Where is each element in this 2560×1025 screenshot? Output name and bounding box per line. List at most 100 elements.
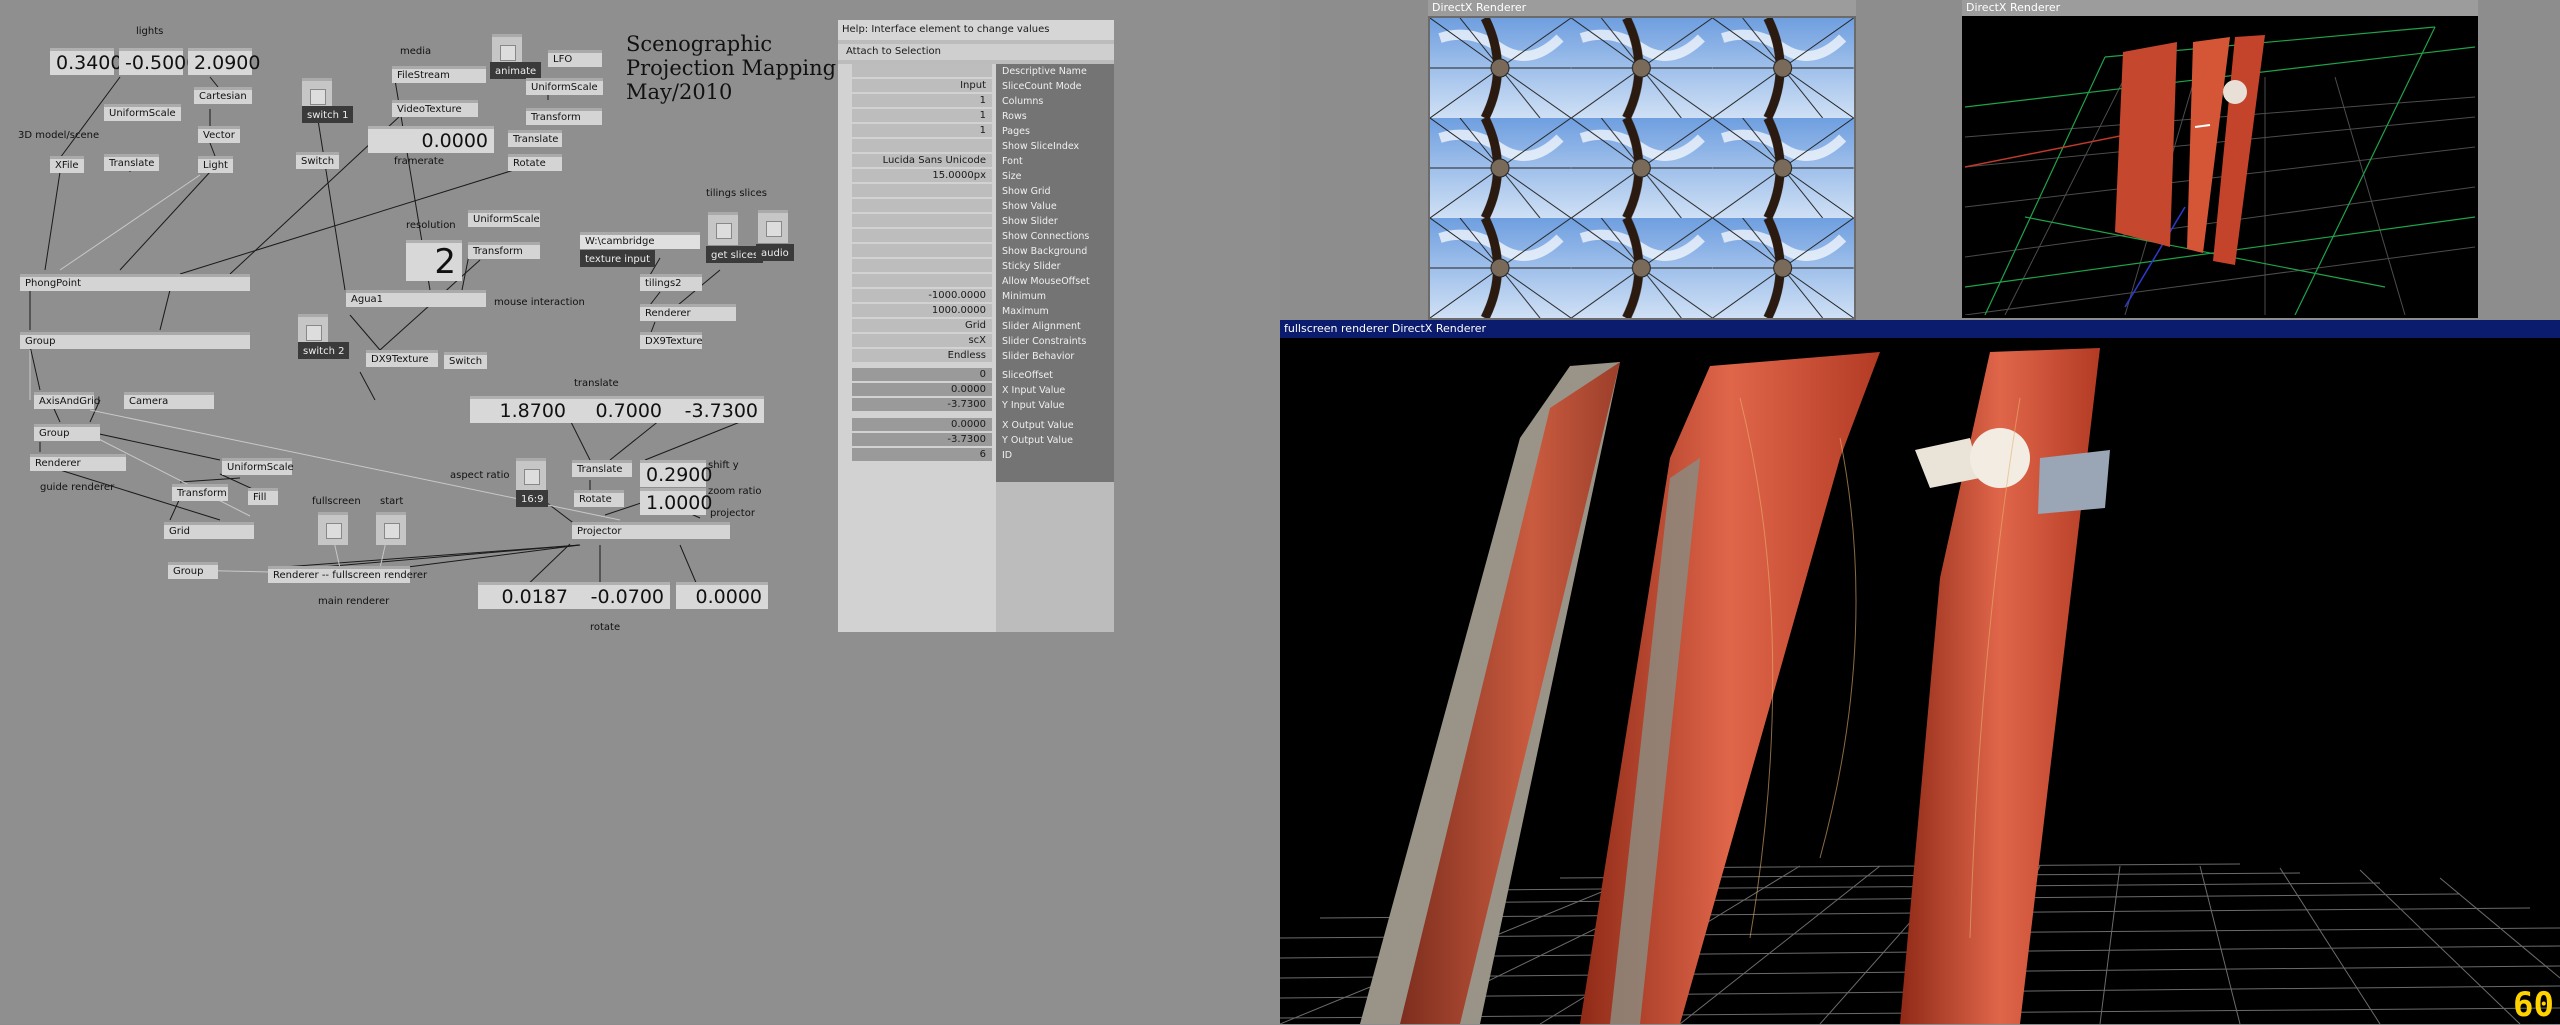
node-animate[interactable]: animate	[490, 62, 542, 79]
node-switch-2[interactable]: switch 2	[298, 342, 350, 359]
value-x-input[interactable]: 0.0000	[852, 383, 992, 396]
node-videotexture[interactable]: VideoTexture	[392, 100, 478, 117]
value-show-slider[interactable]	[852, 214, 992, 227]
value-slider-alignment[interactable]: Grid	[852, 319, 992, 332]
node-group-2[interactable]: Group	[34, 424, 100, 441]
node-uniformscale-3[interactable]: UniformScale	[468, 210, 540, 227]
inspector-panel[interactable]: Help: Interface element to change values…	[838, 20, 1114, 632]
light-x-number[interactable]: 0.3400	[50, 48, 122, 75]
framerate-number[interactable]: 0.0000	[368, 126, 494, 153]
value-minimum[interactable]: -1000.0000	[852, 289, 992, 302]
node-tilings[interactable]: tilings2	[640, 274, 702, 291]
node-uniformscale-1[interactable]: UniformScale	[104, 104, 181, 121]
value-size[interactable]: 15.0000px	[852, 169, 992, 182]
node-projector[interactable]: Projector	[572, 522, 730, 539]
node-switch[interactable]: Switch	[296, 152, 340, 169]
node-phongpoint[interactable]: PhongPoint	[20, 274, 250, 291]
directx-renderer-tiled-window[interactable]: DirectX Renderer	[1428, 0, 1856, 320]
value-rows[interactable]: 1	[852, 109, 992, 122]
node-aspect-16-9[interactable]: 16:9	[516, 490, 549, 507]
value-y-input[interactable]: -3.7300	[852, 398, 992, 411]
node-group-1[interactable]: Group	[20, 332, 250, 349]
node-filestream[interactable]: FileStream	[392, 66, 486, 83]
node-translate-1[interactable]: Translate	[104, 154, 160, 171]
value-descriptive-name[interactable]	[852, 64, 992, 77]
node-transform-1[interactable]: Transform	[526, 108, 602, 125]
node-fill[interactable]: Fill	[248, 488, 278, 505]
zoom-ratio-number[interactable]: 1.0000	[640, 488, 712, 515]
texture-path-field[interactable]: W:\cambridge	[580, 232, 700, 249]
patch-editor[interactable]: Scenographic Projection Mapping May/2010…	[0, 0, 1280, 1024]
node-transform-2[interactable]: Transform	[468, 242, 540, 259]
light-z-number[interactable]: 2.0900	[188, 48, 260, 75]
value-show-grid[interactable]	[852, 184, 992, 197]
label-mouse-interaction: mouse interaction	[494, 297, 585, 308]
rotate-y-number[interactable]: -0.0700	[574, 582, 670, 609]
node-translate-3[interactable]: Translate	[572, 460, 632, 477]
node-cartesian[interactable]: Cartesian	[194, 87, 252, 104]
node-translate-2[interactable]: Translate	[508, 130, 562, 147]
node-rotate-1[interactable]: Rotate	[508, 154, 562, 171]
node-xfile[interactable]: XFile	[50, 156, 84, 173]
value-maximum[interactable]: 1000.0000	[852, 304, 992, 317]
get-slices-toggle[interactable]	[708, 212, 738, 245]
value-pages[interactable]: 1	[852, 124, 992, 137]
label-framerate: framerate	[394, 156, 444, 167]
audio-toggle[interactable]	[758, 210, 788, 243]
value-show-sliceindex[interactable]	[852, 139, 992, 152]
fullscreen-renderer-window[interactable]: fullscreen renderer DirectX Renderer 60	[1280, 320, 2560, 1024]
value-show-value[interactable]	[852, 199, 992, 212]
value-show-connections[interactable]	[852, 229, 992, 242]
node-switch-3[interactable]: Switch	[444, 352, 488, 369]
param-allow-mouseoffset: Allow MouseOffset	[1002, 276, 1090, 287]
translate-y-number[interactable]: 0.7000	[566, 396, 668, 423]
start-toggle[interactable]	[376, 512, 406, 545]
node-group-3[interactable]: Group	[168, 562, 218, 579]
node-light[interactable]: Light	[198, 156, 233, 173]
value-id: 6	[852, 448, 992, 461]
fullscreen-toggle[interactable]	[318, 512, 348, 545]
node-lfo[interactable]: LFO	[548, 50, 602, 67]
attach-to-selection[interactable]: Attach to Selection	[838, 44, 1114, 60]
light-y-number[interactable]: -0.5000	[119, 48, 198, 75]
value-allow-mouseoffset[interactable]	[852, 274, 992, 287]
node-get-slices[interactable]: get slices	[706, 246, 764, 263]
node-grid[interactable]: Grid	[164, 522, 254, 539]
value-slider-behavior[interactable]: Endless	[852, 349, 992, 362]
value-sliceoffset[interactable]: 0	[852, 368, 992, 381]
value-columns[interactable]: 1	[852, 94, 992, 107]
node-renderer-1[interactable]: Renderer	[640, 304, 736, 321]
resolution-number[interactable]: 2	[406, 240, 462, 281]
value-font[interactable]: Lucida Sans Unicode	[852, 154, 992, 167]
fullscreen-renderer-title[interactable]: fullscreen renderer DirectX Renderer	[1280, 320, 2560, 338]
directx-renderer-preview-window[interactable]: DirectX Renderer	[1962, 0, 2478, 318]
translate-x-number[interactable]: 1.8700	[470, 396, 572, 423]
node-renderer-2[interactable]: Renderer	[30, 454, 126, 471]
renderer-1-title[interactable]: DirectX Renderer	[1428, 0, 1856, 16]
node-dx9texture-1[interactable]: DX9Texture	[366, 350, 438, 367]
node-camera[interactable]: Camera	[124, 392, 214, 409]
node-fullscreen-renderer[interactable]: Renderer -- fullscreen renderer	[268, 566, 427, 583]
value-slider-constraints[interactable]: scX	[852, 334, 992, 347]
rotate-x-number[interactable]: 0.0187	[478, 582, 574, 609]
node-audio[interactable]: audio	[756, 244, 794, 261]
rotate-z-number[interactable]: 0.0000	[676, 582, 768, 609]
node-axisandgrid[interactable]: AxisAndGrid	[34, 392, 100, 409]
value-show-background[interactable]	[852, 244, 992, 257]
aspect-ratio-toggle[interactable]	[516, 458, 546, 491]
shift-y-number[interactable]: 0.2900	[640, 460, 712, 487]
node-uniformscale-4[interactable]: UniformScale	[222, 458, 294, 475]
node-rotate-2[interactable]: Rotate	[574, 490, 624, 507]
node-transform-3[interactable]: Transform	[172, 484, 228, 501]
value-sticky-slider[interactable]	[852, 259, 992, 272]
node-vector[interactable]: Vector	[198, 126, 240, 143]
renderer-2-title[interactable]: DirectX Renderer	[1962, 0, 2478, 16]
node-uniformscale-2[interactable]: UniformScale	[526, 78, 603, 95]
value-slicecount-mode[interactable]: Input	[852, 79, 992, 92]
node-switch-1[interactable]: switch 1	[302, 106, 354, 123]
param-x-input-value: X Input Value	[1002, 385, 1066, 396]
node-dx9texture-2[interactable]: DX9Texture	[640, 332, 703, 349]
node-texture-input[interactable]: texture input	[580, 250, 656, 267]
node-agua[interactable]: Agua1	[346, 290, 486, 307]
translate-z-number[interactable]: -3.7300	[662, 396, 764, 423]
